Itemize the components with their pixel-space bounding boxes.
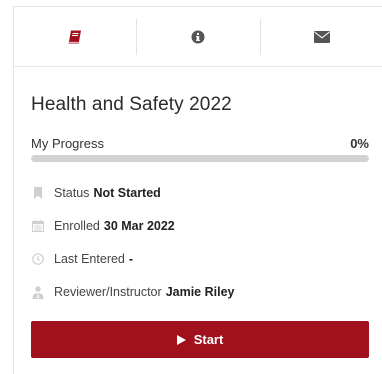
start-button-label: Start [193, 332, 224, 347]
status-row: Status Not Started [31, 186, 161, 200]
progress-bar [31, 155, 369, 162]
progress-header: My Progress 0% [31, 136, 369, 151]
play-icon [176, 334, 186, 345]
last-entered-label: Last Entered [54, 252, 125, 266]
calendar-icon [31, 219, 45, 233]
status-label: Status [54, 186, 90, 200]
enrolled-label: Enrolled [54, 219, 100, 233]
tab-messages[interactable] [259, 18, 382, 55]
course-card: Health and Safety 2022 My Progress 0% St… [13, 6, 382, 374]
book-icon [68, 30, 82, 43]
reviewer-row: Reviewer/Instructor Jamie Riley [31, 285, 234, 299]
tab-course[interactable] [14, 19, 136, 55]
last-entered-row: Last Entered - [31, 252, 133, 266]
enrolled-value: 30 Mar 2022 [103, 219, 175, 233]
progress-percent: 0% [350, 136, 369, 151]
last-entered-value: - [128, 252, 134, 266]
clock-icon [31, 252, 45, 266]
enrolled-row: Enrolled 30 Mar 2022 [31, 219, 175, 233]
user-tie-icon [31, 285, 45, 299]
status-value: Not Started [93, 186, 161, 200]
reviewer-value: Jamie Riley [165, 285, 235, 299]
envelope-icon [313, 30, 330, 43]
bookmark-icon [31, 186, 45, 200]
reviewer-label: Reviewer/Instructor [54, 285, 162, 299]
start-button[interactable]: Start [31, 321, 369, 358]
info-circle-icon [191, 30, 205, 43]
course-title: Health and Safety 2022 [31, 94, 232, 115]
progress-label: My Progress [31, 136, 104, 151]
tab-info[interactable] [136, 18, 259, 55]
card-tabs [14, 7, 382, 67]
